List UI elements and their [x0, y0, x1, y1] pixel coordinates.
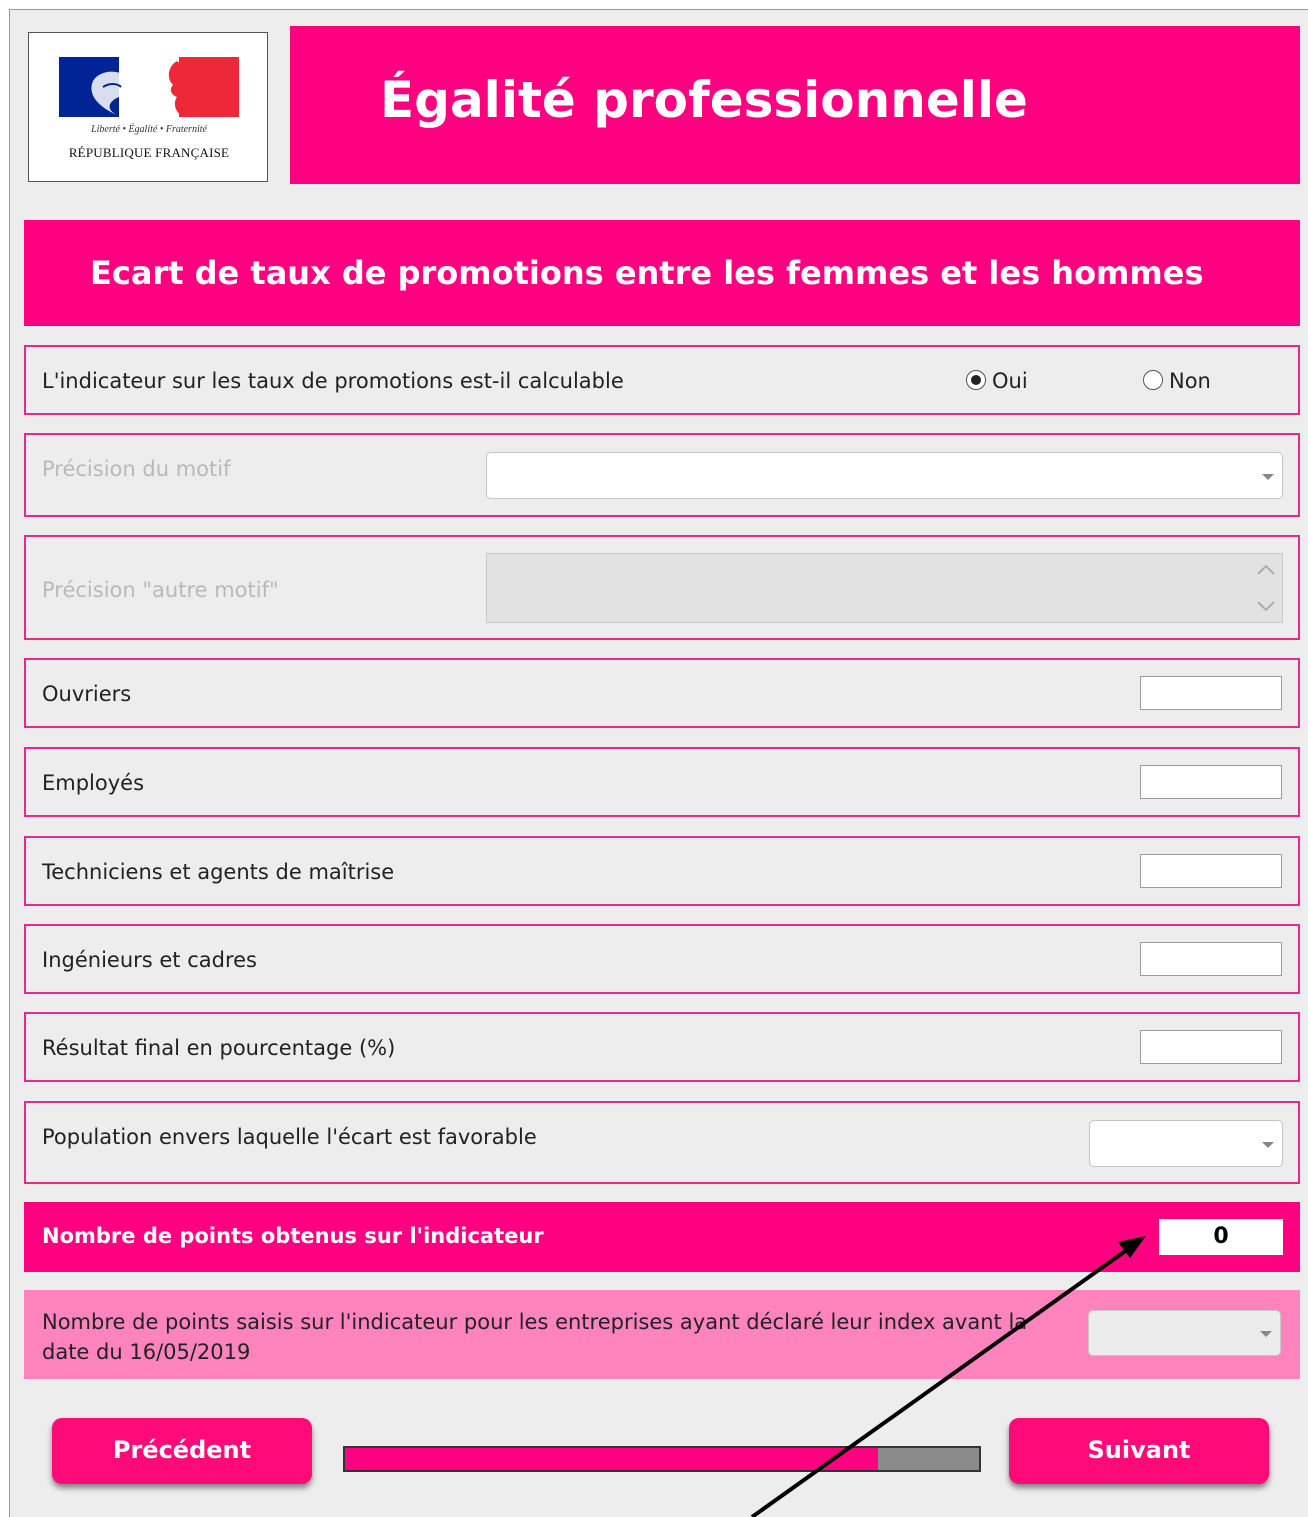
category-row-ingenieurs: Ingénieurs et cadres	[24, 924, 1300, 994]
radio-non-circle[interactable]	[1143, 370, 1163, 390]
radio-non-label: Non	[1169, 369, 1211, 393]
autre-motif-textarea[interactable]	[486, 553, 1283, 623]
calculable-row: L'indicateur sur les taux de promotions …	[24, 345, 1300, 415]
progress-bar-fill	[345, 1448, 878, 1470]
chevron-down-icon	[1260, 1331, 1272, 1337]
population-select[interactable]	[1089, 1120, 1283, 1167]
chevron-down-icon	[1262, 1141, 1274, 1148]
autre-motif-label: Précision "autre motif"	[42, 578, 279, 602]
motif-label: Précision du motif	[42, 457, 231, 481]
section-banner: Ecart de taux de promotions entre les fe…	[24, 220, 1300, 326]
radio-non[interactable]: Non	[1143, 369, 1211, 393]
section-title: Ecart de taux de promotions entre les fe…	[90, 254, 1204, 292]
next-button[interactable]: Suivant	[1009, 1418, 1269, 1484]
republique-francaise-logo: Liberté • Égalité • Fraternité RÉPUBLIQU…	[28, 32, 268, 182]
marianne-flag-icon	[59, 57, 239, 117]
category-row-techniciens: Techniciens et agents de maîtrise	[24, 836, 1300, 906]
motif-row: Précision du motif	[24, 433, 1300, 517]
ouvriers-input[interactable]	[1140, 676, 1282, 710]
title-banner: Égalité professionnelle	[290, 26, 1300, 184]
page-title: Égalité professionnelle	[380, 71, 1028, 129]
radio-oui-label: Oui	[992, 369, 1028, 393]
scroll-arrows-icon[interactable]	[1254, 558, 1278, 618]
ingenieurs-input[interactable]	[1140, 942, 1282, 976]
progress-bar	[343, 1446, 981, 1472]
category-label: Ingénieurs et cadres	[42, 948, 257, 972]
motto-text: Liberté • Égalité • Fraternité	[91, 124, 207, 135]
resultat-label: Résultat final en pourcentage (%)	[42, 1036, 396, 1060]
points-saisis-row: Nombre de points saisis sur l'indicateur…	[24, 1290, 1300, 1379]
republique-text: RÉPUBLIQUE FRANÇAISE	[68, 145, 230, 160]
population-label: Population envers laquelle l'écart est f…	[42, 1125, 537, 1149]
resultat-input[interactable]	[1140, 1030, 1282, 1064]
resultat-row: Résultat final en pourcentage (%)	[24, 1012, 1300, 1082]
category-row-ouvriers: Ouvriers	[24, 658, 1300, 728]
category-label: Employés	[42, 771, 145, 795]
category-label: Techniciens et agents de maîtrise	[42, 860, 395, 884]
points-saisis-select[interactable]	[1088, 1310, 1281, 1356]
autre-motif-row: Précision "autre motif"	[24, 535, 1300, 640]
previous-button[interactable]: Précédent	[52, 1418, 312, 1484]
points-label: Nombre de points obtenus sur l'indicateu…	[42, 1224, 544, 1248]
population-row: Population envers laquelle l'écart est f…	[24, 1101, 1300, 1184]
points-saisis-label: Nombre de points saisis sur l'indicateur…	[42, 1310, 1028, 1364]
chevron-down-icon	[1262, 473, 1274, 480]
radio-oui-circle[interactable]	[966, 370, 986, 390]
category-label: Ouvriers	[42, 682, 132, 706]
calculable-label: L'indicateur sur les taux de promotions …	[42, 369, 624, 393]
points-bar: Nombre de points obtenus sur l'indicateu…	[24, 1202, 1300, 1272]
motif-select[interactable]	[486, 452, 1283, 499]
points-value: 0	[1159, 1219, 1283, 1255]
employes-input[interactable]	[1140, 765, 1282, 799]
techniciens-input[interactable]	[1140, 854, 1282, 888]
radio-oui[interactable]: Oui	[966, 369, 1028, 393]
category-row-employes: Employés	[24, 747, 1300, 817]
